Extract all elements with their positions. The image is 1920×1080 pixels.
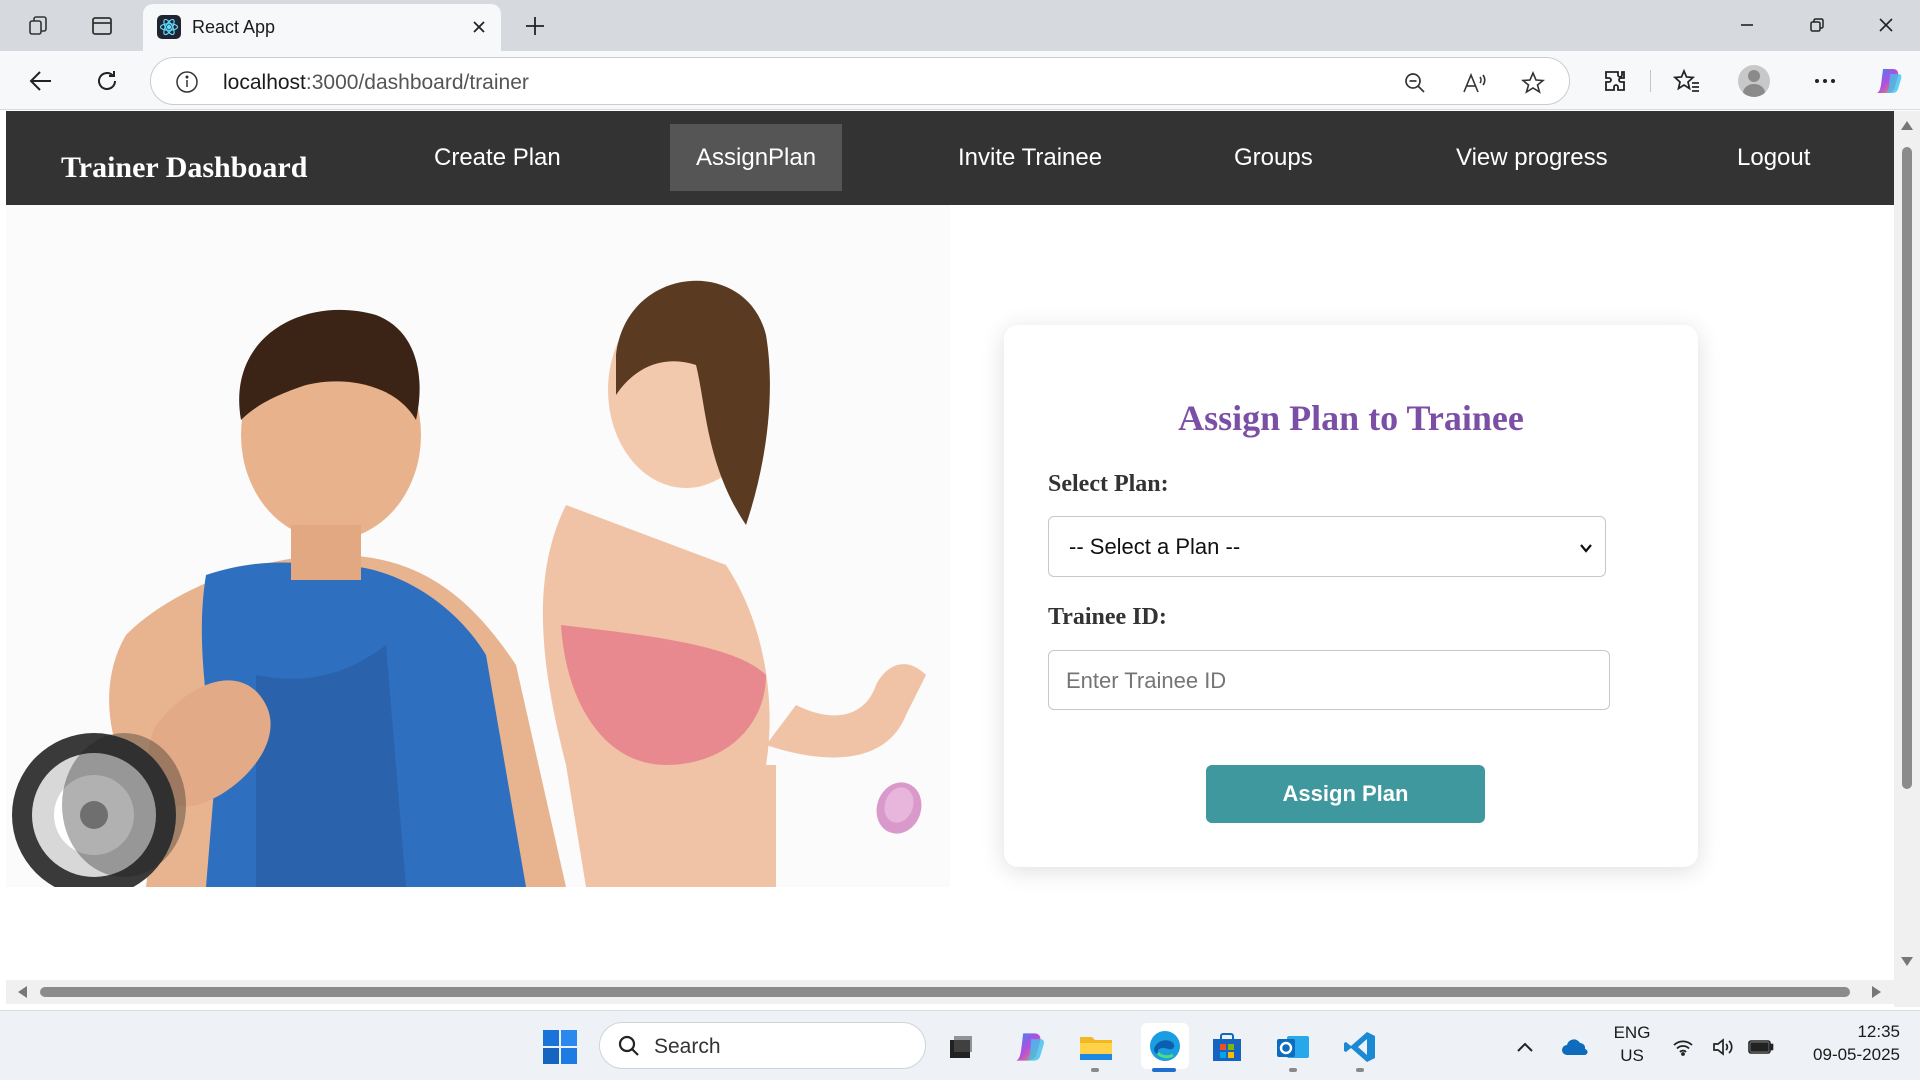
browser-tab[interactable]: React App — [143, 4, 501, 51]
favorite-star-icon[interactable] — [1519, 69, 1547, 97]
horizontal-scrollbar[interactable] — [6, 980, 1894, 1004]
outlook-icon[interactable] — [1273, 1027, 1313, 1067]
form-title: Assign Plan to Trainee — [1178, 398, 1524, 438]
url-text: localhost:3000/dashboard/trainer — [223, 71, 529, 94]
browser-toolbar: localhost:3000/dashboard/trainer — [0, 51, 1920, 110]
assign-plan-card: Assign Plan to Trainee Select Plan: -- S… — [1004, 325, 1698, 867]
workspaces-icon[interactable] — [25, 12, 53, 40]
copilot-taskbar-icon[interactable] — [1010, 1027, 1050, 1067]
vertical-scroll-thumb[interactable] — [1902, 147, 1912, 789]
file-explorer-running-indicator — [1091, 1068, 1099, 1072]
volume-icon[interactable] — [1708, 1027, 1738, 1067]
more-options-icon[interactable] — [1808, 64, 1842, 98]
vscode-running-indicator — [1356, 1068, 1364, 1072]
back-icon[interactable] — [24, 64, 58, 98]
scroll-down-icon[interactable] — [1901, 957, 1913, 966]
clock[interactable]: 12:35 09-05-2025 — [1790, 1022, 1900, 1065]
browser-tab-strip: React App — [0, 0, 1920, 51]
vertical-scrollbar[interactable] — [1894, 111, 1920, 1007]
scroll-up-icon[interactable] — [1901, 121, 1913, 130]
edge-taskbar-icon[interactable] — [1141, 1023, 1189, 1069]
close-window-icon[interactable] — [1866, 10, 1906, 40]
man-figure — [12, 309, 566, 887]
nav-invite-trainee[interactable]: Invite Trainee — [932, 124, 1128, 191]
clock-date: 09-05-2025 — [1813, 1045, 1900, 1064]
show-hidden-icons-chevron-icon[interactable] — [1505, 1027, 1545, 1067]
site-info-icon[interactable] — [175, 70, 199, 94]
nav-assign-plan[interactable]: AssignPlan — [670, 124, 843, 191]
restore-icon[interactable] — [1797, 10, 1837, 40]
app-navbar: Trainer Dashboard Create Plan AssignPlan… — [6, 111, 1894, 205]
read-aloud-icon[interactable] — [1461, 69, 1489, 97]
outlook-running-indicator — [1289, 1068, 1297, 1072]
new-tab-icon[interactable] — [520, 11, 550, 41]
minimize-icon[interactable] — [1727, 10, 1767, 40]
brand-title: Trainer Dashboard — [61, 151, 308, 184]
nav-view-progress[interactable]: View progress — [1430, 124, 1634, 191]
trainee-id-input[interactable]: Enter Trainee ID — [1048, 650, 1610, 710]
toolbar-separator — [1650, 70, 1651, 92]
assign-plan-button[interactable]: Assign Plan — [1206, 765, 1485, 823]
favorites-icon[interactable] — [1670, 64, 1704, 98]
react-logo-icon — [157, 15, 181, 39]
file-explorer-icon[interactable] — [1076, 1027, 1116, 1067]
horizontal-scroll-thumb[interactable] — [40, 987, 1850, 997]
language-code: ENG — [1613, 1023, 1651, 1042]
onedrive-icon[interactable] — [1555, 1027, 1595, 1067]
battery-icon[interactable] — [1746, 1027, 1776, 1067]
task-view-icon[interactable] — [940, 1027, 980, 1067]
scroll-left-icon[interactable] — [18, 986, 27, 998]
select-plan-label: Select Plan: — [1048, 471, 1169, 497]
tab-title: React App — [192, 17, 276, 37]
edge-active-indicator — [1152, 1068, 1176, 1072]
nav-groups[interactable]: Groups — [1208, 124, 1339, 191]
region-code: US — [1620, 1046, 1644, 1065]
close-tab-icon[interactable] — [467, 15, 491, 39]
windows-taskbar: Search ENG US 12:35 09-05-2025 — [0, 1010, 1920, 1080]
trainee-id-placeholder: Enter Trainee ID — [1066, 668, 1227, 693]
refresh-icon[interactable] — [90, 64, 124, 98]
nav-logout[interactable]: Logout — [1711, 124, 1836, 191]
taskbar-search-label: Search — [654, 1035, 721, 1058]
address-bar[interactable]: localhost:3000/dashboard/trainer — [150, 57, 1570, 105]
profile-avatar[interactable] — [1738, 65, 1770, 97]
vscode-icon[interactable] — [1340, 1027, 1380, 1067]
nav-create-plan[interactable]: Create Plan — [408, 124, 587, 191]
wifi-icon[interactable] — [1668, 1027, 1698, 1067]
language-indicator[interactable]: ENG US — [1610, 1023, 1654, 1066]
extensions-icon[interactable] — [1598, 64, 1632, 98]
taskbar-search[interactable]: Search — [599, 1022, 926, 1069]
clock-time: 12:35 — [1857, 1022, 1900, 1041]
fitness-hero-image — [6, 205, 950, 887]
page-viewport: Trainer Dashboard Create Plan AssignPlan… — [6, 111, 1894, 1007]
chevron-down-icon — [1580, 544, 1592, 553]
plan-select-value: -- Select a Plan -- — [1069, 534, 1241, 559]
vertical-tabs-icon[interactable] — [88, 12, 116, 40]
zoom-out-icon[interactable] — [1401, 69, 1429, 97]
search-icon — [618, 1035, 639, 1056]
trainee-id-label: Trainee ID: — [1048, 604, 1167, 630]
copilot-icon[interactable] — [1872, 64, 1906, 98]
microsoft-store-icon[interactable] — [1207, 1027, 1247, 1067]
scroll-right-icon[interactable] — [1872, 986, 1881, 998]
woman-figure — [542, 280, 926, 887]
start-menu-icon[interactable] — [540, 1027, 580, 1067]
plan-select[interactable]: -- Select a Plan -- — [1048, 516, 1606, 577]
